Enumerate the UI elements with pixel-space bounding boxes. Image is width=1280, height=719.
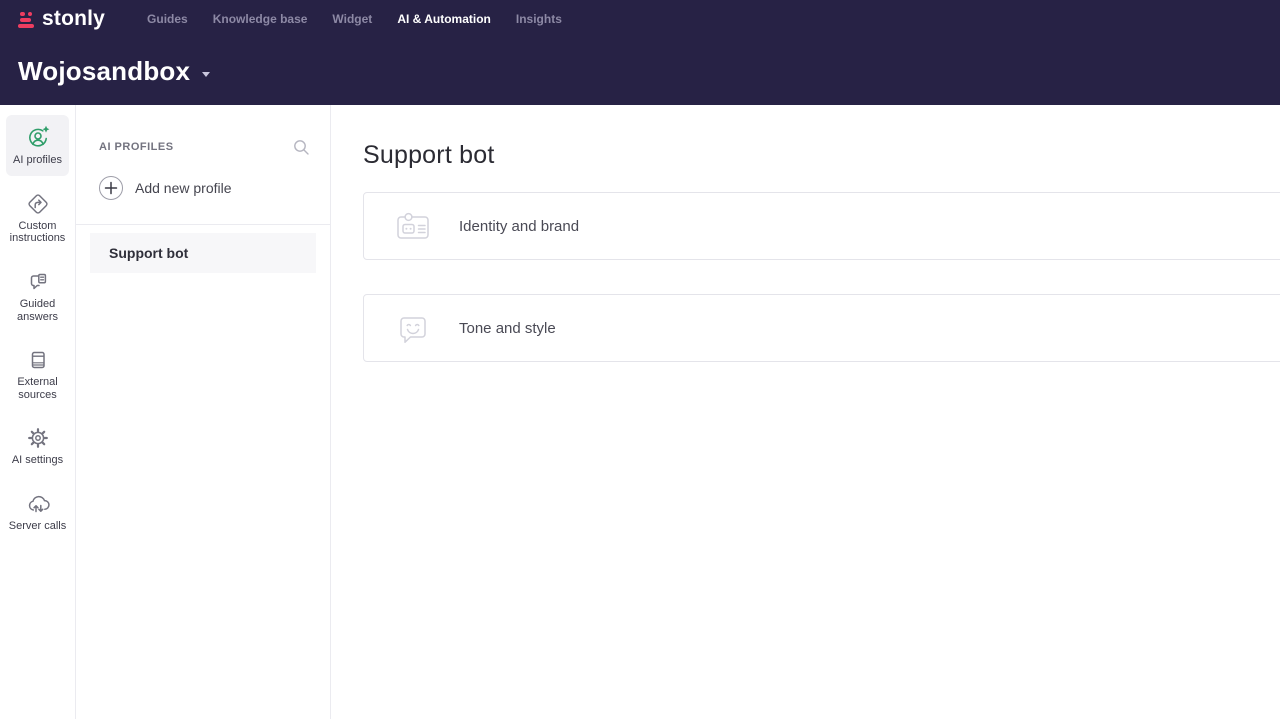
sidebar-item-custom-instructions[interactable]: Custom instructions: [6, 183, 69, 254]
sidebar-item-label: AI profiles: [13, 154, 62, 166]
page-title: Support bot: [363, 141, 495, 169]
search-icon[interactable]: [292, 138, 310, 156]
sidebar-item-label: Server calls: [8, 520, 67, 533]
sidebar-item-server-calls[interactable]: Server calls: [6, 483, 69, 542]
workspace-row: Wojosandbox: [0, 37, 1280, 105]
settings-cards: Identity and brand Tone and style: [363, 192, 1280, 362]
panel-title: AI PROFILES: [99, 141, 174, 153]
ukraine-flag-icon: [109, 7, 123, 16]
sidebar-item-label: Guided answers: [17, 297, 58, 323]
sidebar-item-guided-answers[interactable]: Guided answers: [6, 261, 69, 332]
app-header: stonly Guides Knowledge base Widget AI &…: [0, 0, 1280, 105]
stonly-logo[interactable]: stonly: [17, 4, 123, 34]
ai-settings-icon: [26, 426, 50, 450]
top-navigation: stonly Guides Knowledge base Widget AI &…: [0, 0, 1280, 37]
main-content: Support bot Identity and brand Tone and …: [331, 105, 1280, 719]
page-body: AI profiles Custom instructions Guided a…: [0, 105, 1280, 719]
sidebar-item-ai-settings[interactable]: AI settings: [6, 417, 69, 476]
card-tone-and-style[interactable]: Tone and style: [363, 294, 1280, 362]
sidebar-item-ai-profiles[interactable]: AI profiles: [6, 115, 69, 176]
server-calls-icon: [25, 492, 51, 516]
external-sources-icon: [26, 348, 50, 372]
nav-item-knowledge-base[interactable]: Knowledge base: [213, 12, 308, 26]
nav-item-guides[interactable]: Guides: [147, 12, 188, 26]
sidebar-item-label: Custom instructions: [9, 219, 66, 245]
nav-item-ai-automation[interactable]: AI & Automation: [397, 12, 491, 26]
sidebar-item-label: AI settings: [11, 454, 64, 467]
card-identity-and-brand[interactable]: Identity and brand: [363, 192, 1280, 260]
sidebar-item-external-sources[interactable]: External sources: [6, 339, 69, 410]
id-badge-icon: [391, 204, 435, 248]
ai-profiles-icon: [25, 124, 51, 150]
ai-profiles-panel: AI PROFILES Add new profile Support bot: [76, 105, 331, 719]
add-new-profile-label: Add new profile: [135, 180, 232, 196]
stonly-logo-icon: [17, 10, 37, 30]
guided-answers-icon: [26, 270, 50, 294]
nav-item-insights[interactable]: Insights: [516, 12, 562, 26]
sidebar-item-label: External sources: [17, 376, 58, 401]
panel-divider: [76, 224, 330, 225]
nav-items: Guides Knowledge base Widget AI & Automa…: [147, 12, 562, 26]
sidebar: AI profiles Custom instructions Guided a…: [0, 105, 76, 719]
add-new-profile-button[interactable]: Add new profile: [76, 156, 330, 224]
workspace-name[interactable]: Wojosandbox: [18, 56, 190, 87]
nav-item-widget[interactable]: Widget: [332, 12, 372, 26]
panel-header: AI PROFILES: [76, 105, 330, 156]
stonly-logo-text: stonly: [42, 6, 106, 30]
custom-instructions-icon: [26, 192, 50, 216]
card-label: Tone and style: [459, 319, 556, 337]
chat-smile-icon: [391, 306, 435, 350]
plus-icon: [99, 176, 123, 200]
card-label: Identity and brand: [459, 217, 580, 235]
chevron-down-icon[interactable]: [202, 71, 211, 77]
profile-list-item-support-bot[interactable]: Support bot: [90, 233, 316, 273]
